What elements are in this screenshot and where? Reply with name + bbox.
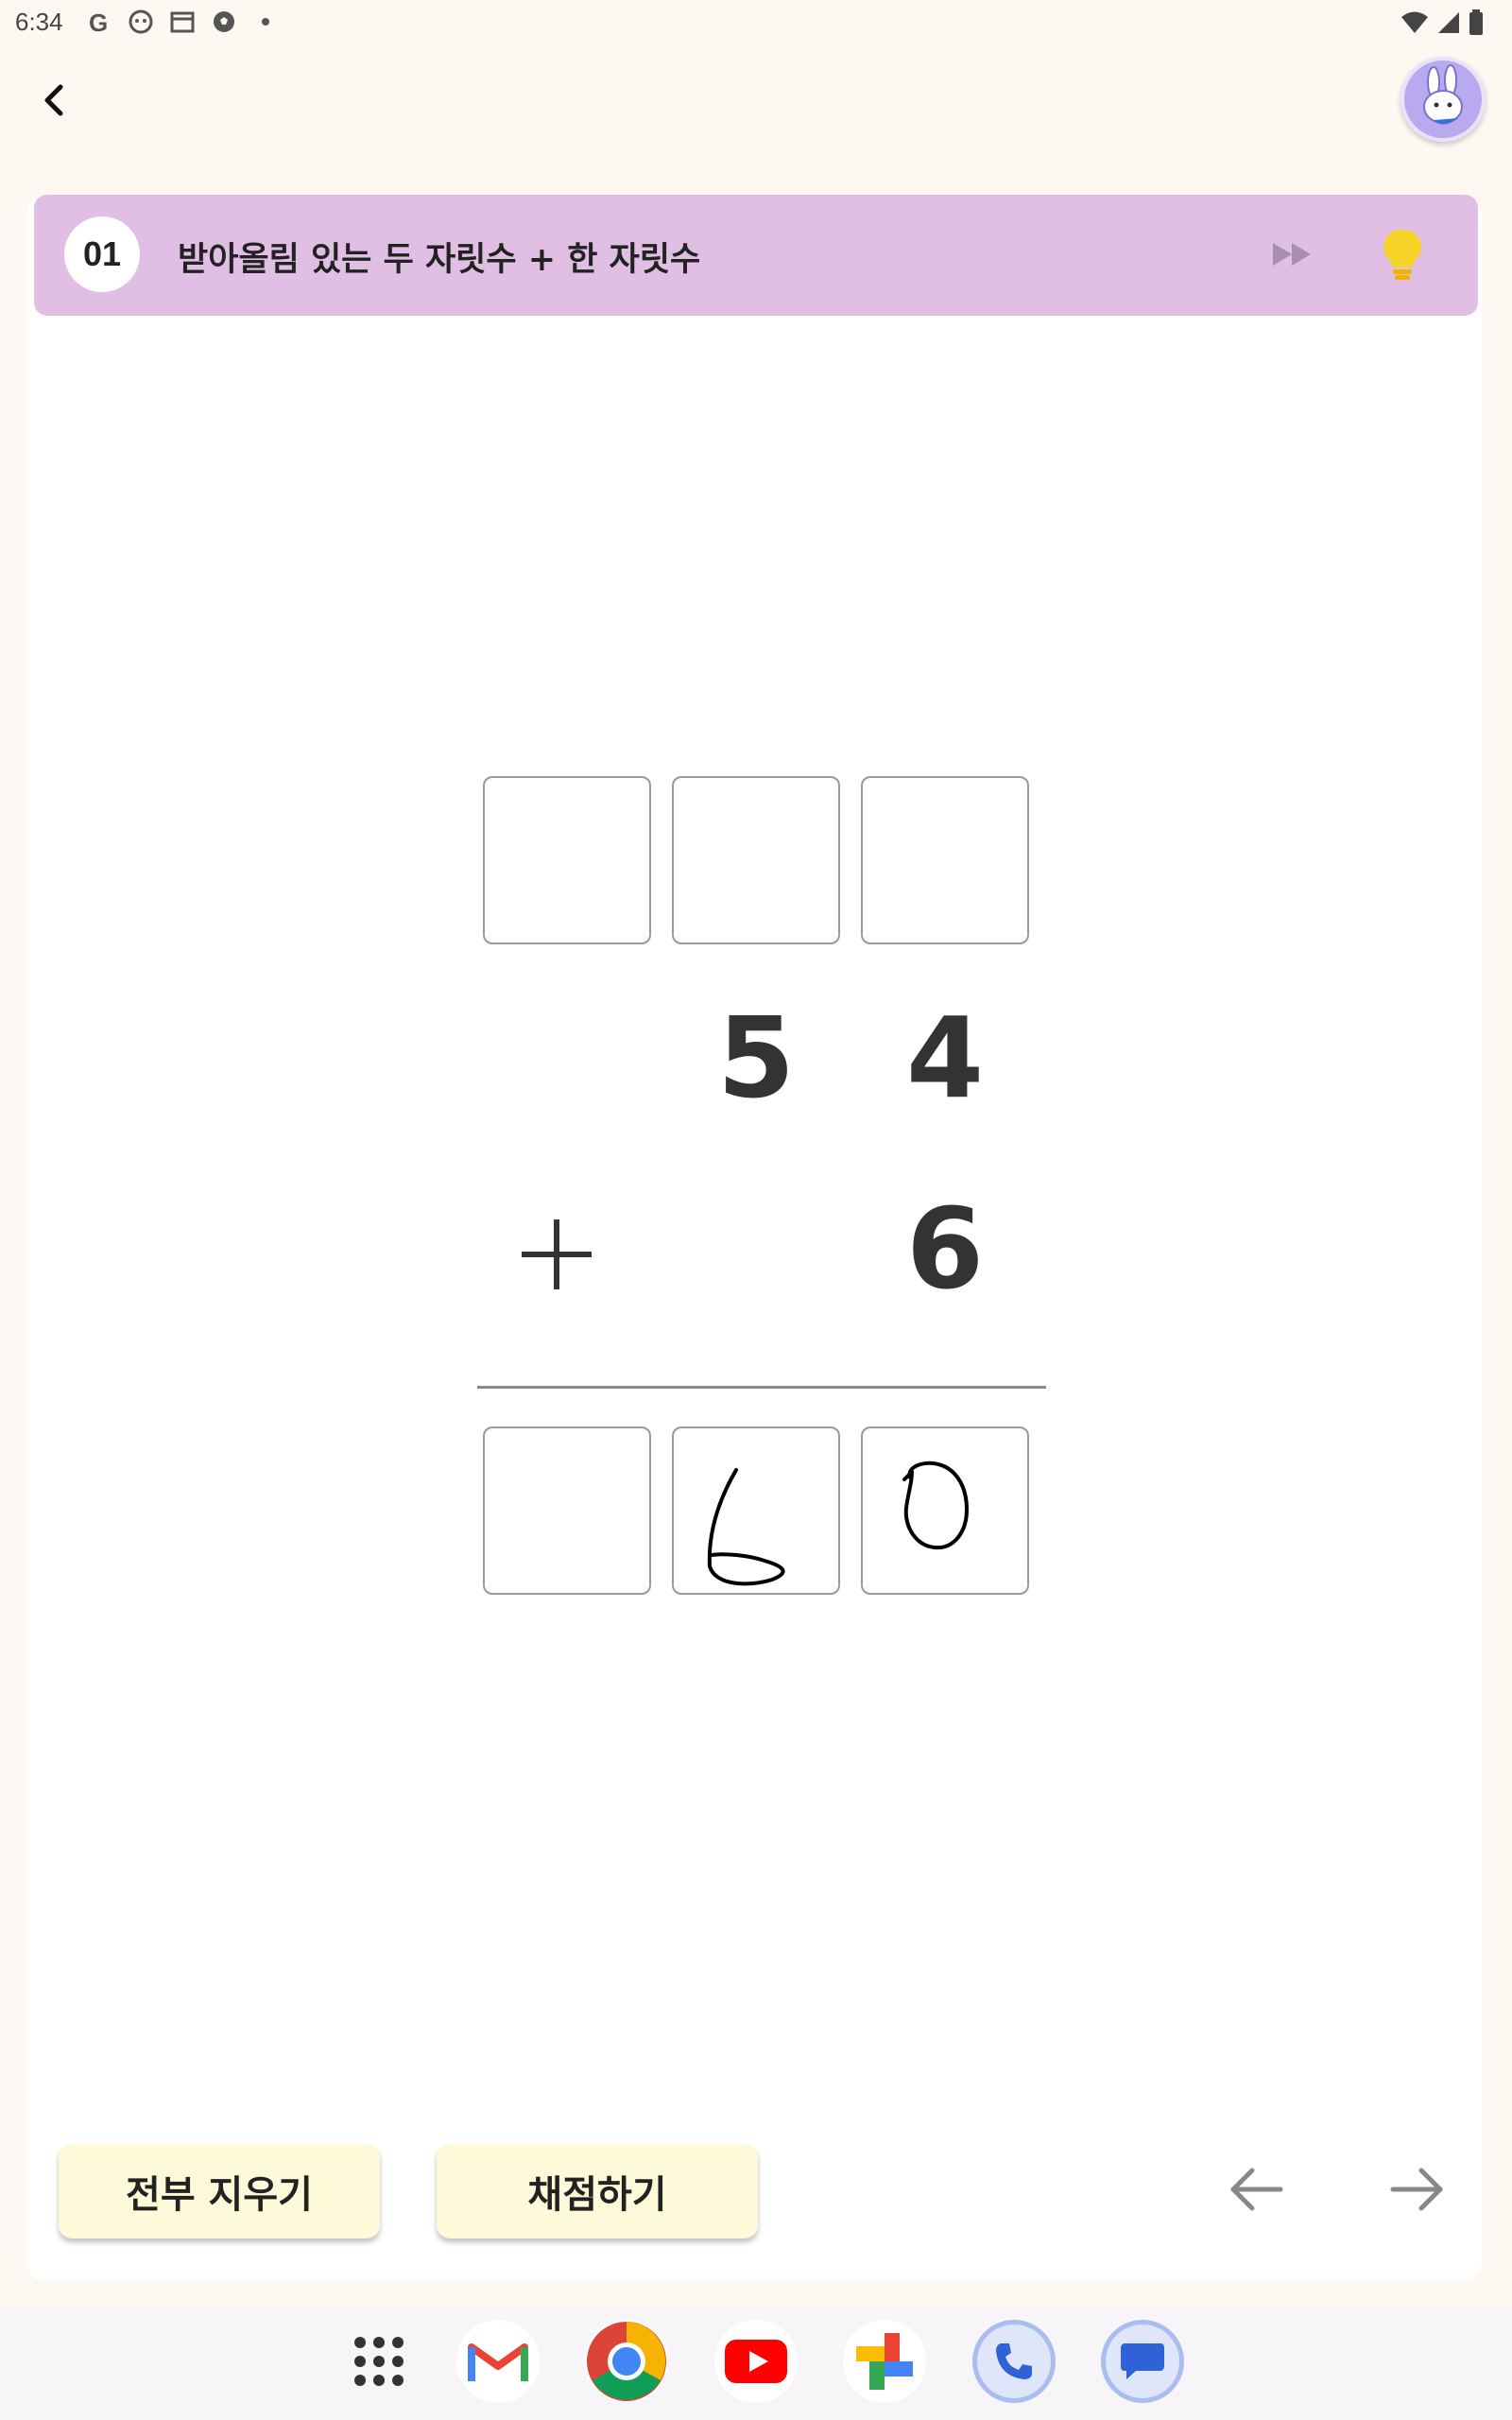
- gmail-icon: [468, 2343, 528, 2381]
- phone-app[interactable]: [972, 2320, 1056, 2403]
- back-button[interactable]: [28, 74, 81, 127]
- chrome-app[interactable]: [585, 2320, 668, 2403]
- problem-card: [26, 197, 1482, 2281]
- fast-forward-icon: [1273, 243, 1311, 266]
- messages-icon: [1121, 2343, 1164, 2379]
- avatar[interactable]: [1400, 57, 1486, 142]
- youtube-app[interactable]: [714, 2320, 798, 2403]
- app-drawer-button[interactable]: [337, 2320, 421, 2403]
- messages-app[interactable]: [1101, 2320, 1184, 2403]
- grade-button[interactable]: 채점하기: [437, 2144, 758, 2238]
- sum-line: [477, 1386, 1046, 1389]
- gmail-app[interactable]: [456, 2320, 540, 2403]
- battery-icon: [1469, 9, 1484, 40]
- handwritten-digit-6: 6: [707, 1468, 785, 1586]
- arrow-right-icon: [1390, 2168, 1443, 2211]
- addend1-tens-digit: 5: [716, 993, 796, 1123]
- photos-icon: [856, 2333, 913, 2390]
- problem-title: 받아올림 있는 두 자릿수 + 한 자릿수: [178, 241, 701, 279]
- chevron-left-icon: [44, 84, 63, 116]
- chrome-icon: [587, 2322, 666, 2401]
- face-icon: [127, 8, 155, 36]
- status-time: 6:34: [15, 8, 63, 36]
- answer-box-ones[interactable]: 0: [861, 1426, 1029, 1595]
- answer-box-tens[interactable]: 6: [672, 1426, 840, 1595]
- notification-icons: G: [85, 8, 280, 36]
- carry-box-hundreds[interactable]: [483, 776, 651, 944]
- next-button[interactable]: [1383, 2155, 1452, 2223]
- app-drawer-icon: [354, 2337, 404, 2386]
- carry-box-ones[interactable]: [861, 776, 1029, 944]
- dot-icon: [251, 8, 280, 36]
- youtube-icon: [725, 2340, 787, 2383]
- clear-all-button[interactable]: 전부 지우기: [59, 2144, 380, 2238]
- soccer-ball-icon: [210, 8, 238, 36]
- photos-app[interactable]: [843, 2320, 926, 2403]
- hint-button[interactable]: [1376, 225, 1429, 285]
- previous-button[interactable]: [1222, 2155, 1290, 2223]
- arrow-left-icon: [1230, 2168, 1283, 2211]
- svg-text:G: G: [89, 9, 108, 35]
- addend1-ones-digit: 4: [905, 993, 985, 1123]
- google-icon: G: [85, 8, 113, 36]
- addend2-ones-digit: 6: [905, 1184, 985, 1314]
- calendar-icon: [168, 8, 197, 36]
- plus-operator-icon: [522, 1219, 592, 1289]
- answer-box-hundreds[interactable]: [483, 1426, 651, 1595]
- signal-icon: [1436, 10, 1461, 39]
- carry-box-tens[interactable]: [672, 776, 840, 944]
- lightbulb-icon: [1383, 230, 1421, 280]
- phone-icon: [996, 2343, 1032, 2379]
- problem-number: 01: [64, 216, 140, 292]
- wifi-icon: [1400, 10, 1429, 39]
- status-bar: 6:34 G: [0, 0, 1512, 47]
- bunny-avatar-icon: [1423, 64, 1463, 125]
- system-icons: [1400, 9, 1484, 40]
- handwritten-digit-0: 0: [902, 1461, 969, 1550]
- skip-button[interactable]: [1266, 233, 1319, 275]
